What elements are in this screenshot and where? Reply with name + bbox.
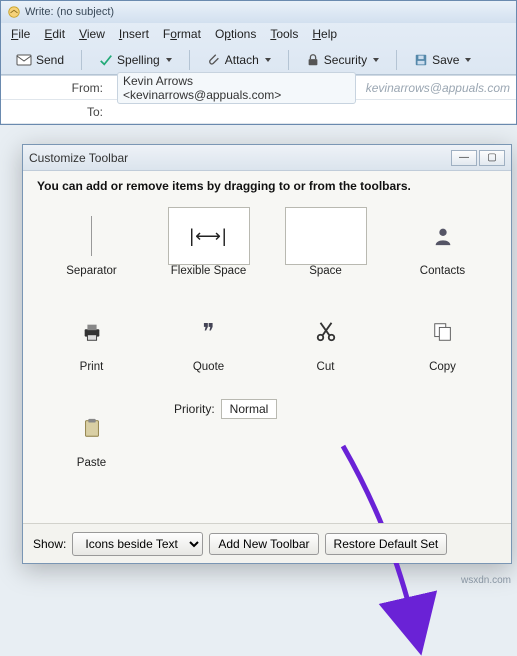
restore-default-button[interactable]: Restore Default Set	[325, 533, 448, 555]
menu-format[interactable]: Format	[163, 27, 201, 41]
dialog-titlebar: Customize Toolbar — ▢	[23, 145, 511, 171]
compose-icon	[7, 5, 21, 19]
to-label[interactable]: To:	[1, 105, 111, 119]
separator-icon	[91, 216, 92, 256]
spelling-label: Spelling	[117, 53, 160, 67]
copy-icon	[432, 321, 454, 343]
item-space[interactable]: Space	[271, 207, 380, 277]
window-title: Write: (no subject)	[25, 6, 114, 18]
item-label: Flexible Space	[171, 265, 246, 277]
compose-window: Write: (no subject) File Edit View Inser…	[0, 0, 517, 125]
main-toolbar: Send Spelling Attach Security Save	[1, 45, 516, 75]
spelling-button[interactable]: Spelling	[92, 50, 179, 70]
priority-label: Priority:	[174, 402, 215, 416]
chevron-down-icon[interactable]	[373, 58, 379, 62]
item-copy[interactable]: Copy	[388, 303, 497, 373]
attach-button[interactable]: Attach	[200, 50, 278, 70]
chevron-down-icon[interactable]	[265, 58, 271, 62]
show-label: Show:	[33, 537, 66, 551]
chevron-down-icon[interactable]	[465, 58, 471, 62]
paperclip-icon	[207, 53, 221, 67]
watermark: wsxdn.com	[461, 575, 511, 586]
save-label: Save	[432, 53, 459, 67]
add-toolbar-button[interactable]: Add New Toolbar	[209, 533, 318, 555]
item-label: Paste	[77, 457, 106, 469]
dialog-title: Customize Toolbar	[29, 151, 128, 165]
item-print[interactable]: Print	[37, 303, 146, 373]
toolbar-separator	[396, 50, 397, 70]
menu-tools[interactable]: Tools	[270, 27, 298, 41]
item-label: Cut	[317, 361, 335, 373]
quote-icon: ❞	[203, 319, 215, 345]
dialog-instructions: You can add or remove items by dragging …	[37, 179, 497, 193]
menu-edit[interactable]: Edit	[44, 27, 65, 41]
save-icon	[414, 53, 428, 67]
flexspace-icon: |⟷|	[189, 226, 227, 247]
chevron-down-icon[interactable]	[166, 58, 172, 62]
menu-help[interactable]: Help	[312, 27, 337, 41]
toolbar-separator	[189, 50, 190, 70]
from-row: From: Kevin Arrows <kevinarrows@appuals.…	[1, 76, 516, 100]
security-button[interactable]: Security	[299, 50, 386, 70]
from-value[interactable]: Kevin Arrows <kevinarrows@appuals.com>	[117, 72, 356, 104]
menubar[interactable]: File Edit View Insert Format Options Too…	[1, 23, 516, 45]
toolbar-items-grid: Separator |⟷| Flexible Space Space Conta…	[37, 207, 497, 469]
check-icon	[99, 53, 113, 67]
send-icon	[16, 52, 32, 68]
header-fields: From: Kevin Arrows <kevinarrows@appuals.…	[1, 75, 516, 124]
to-row: To:	[1, 100, 516, 124]
maximize-button[interactable]: ▢	[479, 150, 505, 166]
toolbar-separator	[288, 50, 289, 70]
titlebar: Write: (no subject)	[1, 1, 516, 23]
send-button[interactable]: Send	[9, 49, 71, 71]
item-quote[interactable]: ❞ Quote	[154, 303, 263, 373]
dialog-bottombar: Show: Icons beside Text Add New Toolbar …	[23, 523, 511, 563]
print-icon	[81, 321, 103, 343]
item-label: Contacts	[420, 265, 465, 277]
cut-icon	[315, 321, 337, 343]
lock-icon	[306, 53, 320, 67]
item-separator[interactable]: Separator	[37, 207, 146, 277]
item-cut[interactable]: Cut	[271, 303, 380, 373]
contacts-icon	[432, 225, 454, 247]
item-label: Print	[80, 361, 104, 373]
menu-options[interactable]: Options	[215, 27, 256, 41]
show-mode-select[interactable]: Icons beside Text	[72, 532, 203, 556]
attach-label: Attach	[225, 53, 259, 67]
item-label: Space	[309, 265, 342, 277]
to-input[interactable]	[117, 104, 510, 120]
item-paste[interactable]: Paste	[37, 399, 146, 469]
customize-toolbar-dialog: Customize Toolbar — ▢ You can add or rem…	[22, 144, 512, 564]
paste-icon	[81, 417, 103, 439]
priority-select[interactable]: Normal	[221, 399, 278, 419]
from-label: From:	[1, 81, 111, 95]
menu-view[interactable]: View	[79, 27, 105, 41]
toolbar-separator	[81, 50, 82, 70]
save-button[interactable]: Save	[407, 50, 478, 70]
menu-file[interactable]: File	[11, 27, 30, 41]
from-hint: kevinarrows@appuals.com	[366, 81, 510, 95]
item-label: Copy	[429, 361, 456, 373]
send-label: Send	[36, 53, 64, 67]
menu-insert[interactable]: Insert	[119, 27, 149, 41]
item-label: Separator	[66, 265, 117, 277]
item-contacts[interactable]: Contacts	[388, 207, 497, 277]
security-label: Security	[324, 53, 367, 67]
minimize-button[interactable]: —	[451, 150, 477, 166]
item-flexible-space[interactable]: |⟷| Flexible Space	[154, 207, 263, 277]
item-label: Quote	[193, 361, 224, 373]
item-priority[interactable]: Priority: Normal	[154, 399, 380, 469]
space-icon	[285, 207, 367, 265]
